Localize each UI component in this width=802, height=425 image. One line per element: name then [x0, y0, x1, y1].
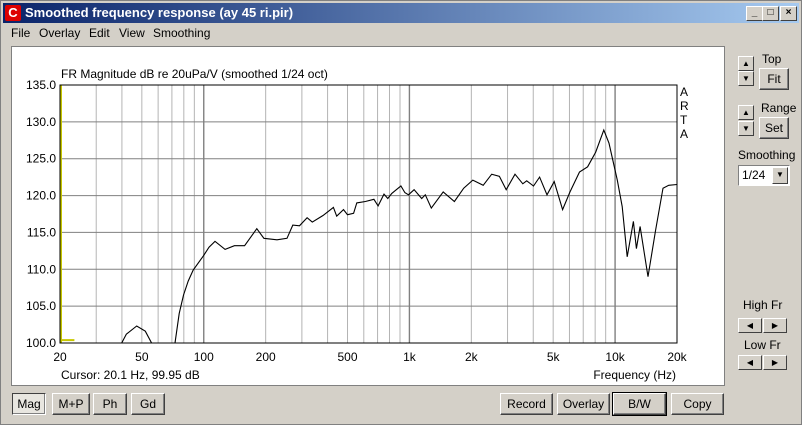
x-tick-label: 5k [547, 350, 561, 364]
phase-button[interactable]: Ph [93, 393, 127, 415]
mag-phase-button[interactable]: M+P [52, 393, 90, 415]
y-tick-label: 100.0 [26, 336, 56, 350]
cursor-readout: Cursor: 20.1 Hz, 99.95 dB [61, 368, 200, 382]
top-down-button[interactable]: ▼ [738, 71, 754, 86]
series-line [121, 325, 153, 344]
x-axis-label: Frequency (Hz) [593, 368, 676, 382]
x-tick-label: 100 [194, 350, 214, 364]
mag-button[interactable]: Mag [12, 393, 46, 415]
smoothing-value: 1/24 [742, 168, 766, 182]
range-up-button[interactable]: ▲ [738, 105, 754, 120]
bw-button[interactable]: B/W [612, 392, 667, 416]
low-fr-label: Low Fr [744, 338, 781, 352]
arta-watermark-letter: R [680, 99, 689, 113]
x-tick-label: 2k [465, 350, 479, 364]
arta-watermark-letter: A [680, 85, 688, 99]
range-label: Range [761, 101, 797, 115]
y-tick-label: 110.0 [27, 262, 56, 276]
high-fr-label: High Fr [743, 298, 783, 312]
copy-button[interactable]: Copy [671, 393, 724, 415]
low-fr-left-button[interactable]: ◀ [738, 355, 762, 370]
record-button[interactable]: Record [500, 393, 553, 415]
x-tick-label: 200 [256, 350, 276, 364]
series-line [174, 128, 678, 344]
y-tick-label: 125.0 [26, 152, 56, 166]
x-tick-label: 10k [605, 350, 625, 364]
x-tick-label: 50 [135, 350, 149, 364]
group-delay-button[interactable]: Gd [131, 393, 165, 415]
y-tick-label: 105.0 [26, 299, 56, 313]
smoothing-select[interactable]: 1/24 ▼ [738, 165, 790, 186]
y-tick-label: 130.0 [26, 115, 56, 129]
window: C Smoothed frequency response (ay 45 ri.… [0, 0, 802, 425]
x-tick-label: 20k [667, 350, 687, 364]
set-button[interactable]: Set [759, 117, 789, 139]
chart-title: FR Magnitude dB re 20uPa/V (smoothed 1/2… [61, 67, 328, 81]
y-tick-label: 115.0 [27, 225, 56, 239]
chevron-down-icon[interactable]: ▼ [772, 167, 788, 184]
x-tick-label: 1k [403, 350, 417, 364]
fit-button[interactable]: Fit [759, 68, 789, 90]
smoothing-label: Smoothing [738, 148, 796, 162]
range-down-button[interactable]: ▼ [738, 121, 754, 136]
y-tick-label: 120.0 [26, 189, 56, 203]
arta-watermark-letter: A [680, 127, 688, 141]
y-tick-label: 135.0 [26, 78, 56, 92]
x-tick-label: 20 [53, 350, 67, 364]
x-tick-label: 500 [337, 350, 357, 364]
top-up-button[interactable]: ▲ [738, 56, 754, 71]
overlay-button[interactable]: Overlay [557, 393, 610, 415]
plot-frame [59, 84, 678, 344]
high-fr-right-button[interactable]: ▶ [763, 318, 787, 333]
low-fr-right-button[interactable]: ▶ [763, 355, 787, 370]
arta-watermark-letter: T [680, 113, 688, 127]
high-fr-left-button[interactable]: ◀ [738, 318, 762, 333]
top-label: Top [762, 52, 782, 66]
frequency-response-chart[interactable]: FR Magnitude dB re 20uPa/V (smoothed 1/2… [0, 0, 802, 425]
